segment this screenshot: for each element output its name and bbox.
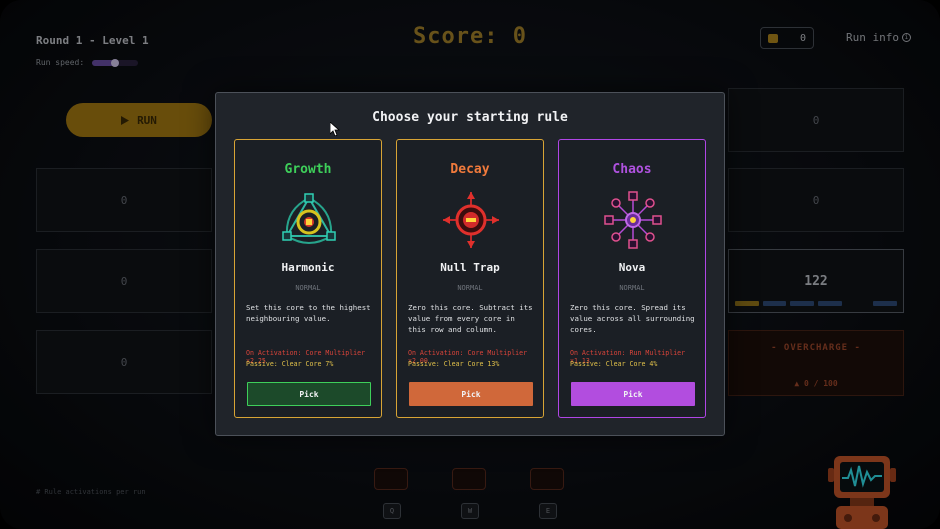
- warning-icon: ▲: [794, 379, 800, 388]
- rule-activations-note: # Rule activations per run: [36, 488, 146, 496]
- rule-description: Zero this core. Subtract its value from …: [408, 303, 533, 334]
- coin-count: 0: [799, 32, 806, 44]
- play-icon: [121, 115, 130, 125]
- dialog-title: Choose your starting rule: [372, 110, 568, 125]
- overcharge-count-value: 0 / 100: [803, 379, 838, 388]
- coin-counter: 0: [760, 27, 814, 49]
- pick-button[interactable]: Pick: [409, 382, 533, 406]
- rule-choice-dialog: Choose your starting rule Growth Harmoni…: [215, 92, 725, 436]
- core-cell[interactable]: 0: [728, 168, 904, 232]
- pick-button[interactable]: Pick: [247, 382, 371, 406]
- hotkey-q: Q: [383, 503, 401, 519]
- robot-mascot-icon: [828, 456, 896, 529]
- run-info-button[interactable]: Run info i: [846, 31, 911, 44]
- rule-rarity: NORMAL: [619, 284, 645, 292]
- rule-rarity: NORMAL: [457, 284, 483, 292]
- run-speed-slider[interactable]: [92, 58, 139, 67]
- game-screen: Round 1 - Level 1 Run speed: Score: 0 0 …: [0, 0, 940, 529]
- hotkey-e: E: [539, 503, 557, 519]
- ability-slot-e[interactable]: [530, 468, 564, 490]
- core-value: 0: [812, 113, 820, 127]
- rule-name: Null Trap: [440, 261, 500, 274]
- rule-name: Harmonic: [281, 261, 335, 274]
- run-button[interactable]: RUN: [66, 103, 212, 137]
- run-info-label: Run info: [846, 31, 899, 44]
- run-button-label: RUN: [137, 113, 157, 127]
- rule-category: Chaos: [612, 162, 652, 177]
- pick-button[interactable]: Pick: [571, 382, 695, 406]
- core-cell[interactable]: 0: [728, 88, 904, 152]
- core-cell[interactable]: 0: [36, 168, 212, 232]
- rule-description: Set this core to the highest neighbourin…: [246, 303, 371, 323]
- hotkey-w: W: [461, 503, 479, 519]
- overcharge-panel: - OVERCHARGE - ▲ 0 / 100: [728, 330, 904, 396]
- rule-rarity: NORMAL: [295, 284, 321, 292]
- core-charge-bars: [735, 301, 898, 306]
- harmonic-emblem-icon: [282, 193, 336, 244]
- info-icon: i: [901, 33, 911, 42]
- rule-card-growth[interactable]: Growth Harmonic NORMAL Set this core to …: [234, 139, 382, 418]
- ability-slot-w[interactable]: [452, 468, 486, 490]
- rule-passive: Passive: Clear Core 7%: [246, 360, 334, 368]
- core-value: 0: [120, 274, 128, 288]
- rule-passive: Passive: Clear Core 13%: [408, 360, 500, 368]
- rule-card-chaos[interactable]: Chaos Nova NORMAL Zero this core. Spread…: [558, 139, 706, 418]
- coin-icon: [768, 33, 778, 43]
- rule-name: Nova: [618, 261, 646, 274]
- ability-slot-q[interactable]: [374, 468, 408, 490]
- nova-emblem-icon: [604, 191, 662, 249]
- run-speed-handle[interactable]: [111, 58, 120, 67]
- core-cell[interactable]: 0: [36, 249, 212, 313]
- rule-card-decay[interactable]: Decay Null Trap NORMAL Zero this core. S…: [396, 139, 544, 418]
- core-value: 0: [120, 193, 128, 207]
- overcharge-count: ▲ 0 / 100: [729, 379, 903, 388]
- rule-description: Zero this core. Spread its value across …: [570, 303, 695, 334]
- core-value: 122: [804, 273, 828, 289]
- core-value: 0: [120, 355, 128, 369]
- rule-category: Decay: [450, 162, 490, 177]
- null-trap-emblem-icon: [443, 192, 499, 248]
- mouse-cursor-icon: [330, 122, 340, 136]
- core-cell[interactable]: 0: [36, 330, 212, 394]
- run-speed-label: Run speed:: [36, 58, 85, 67]
- rule-category: Growth: [284, 162, 332, 177]
- run-speed-control[interactable]: Run speed:: [36, 58, 139, 67]
- rule-passive: Passive: Clear Core 4%: [570, 360, 658, 368]
- overcharge-label: - OVERCHARGE -: [771, 343, 861, 353]
- core-cell-active[interactable]: 122: [728, 249, 904, 313]
- core-value: 0: [812, 193, 820, 207]
